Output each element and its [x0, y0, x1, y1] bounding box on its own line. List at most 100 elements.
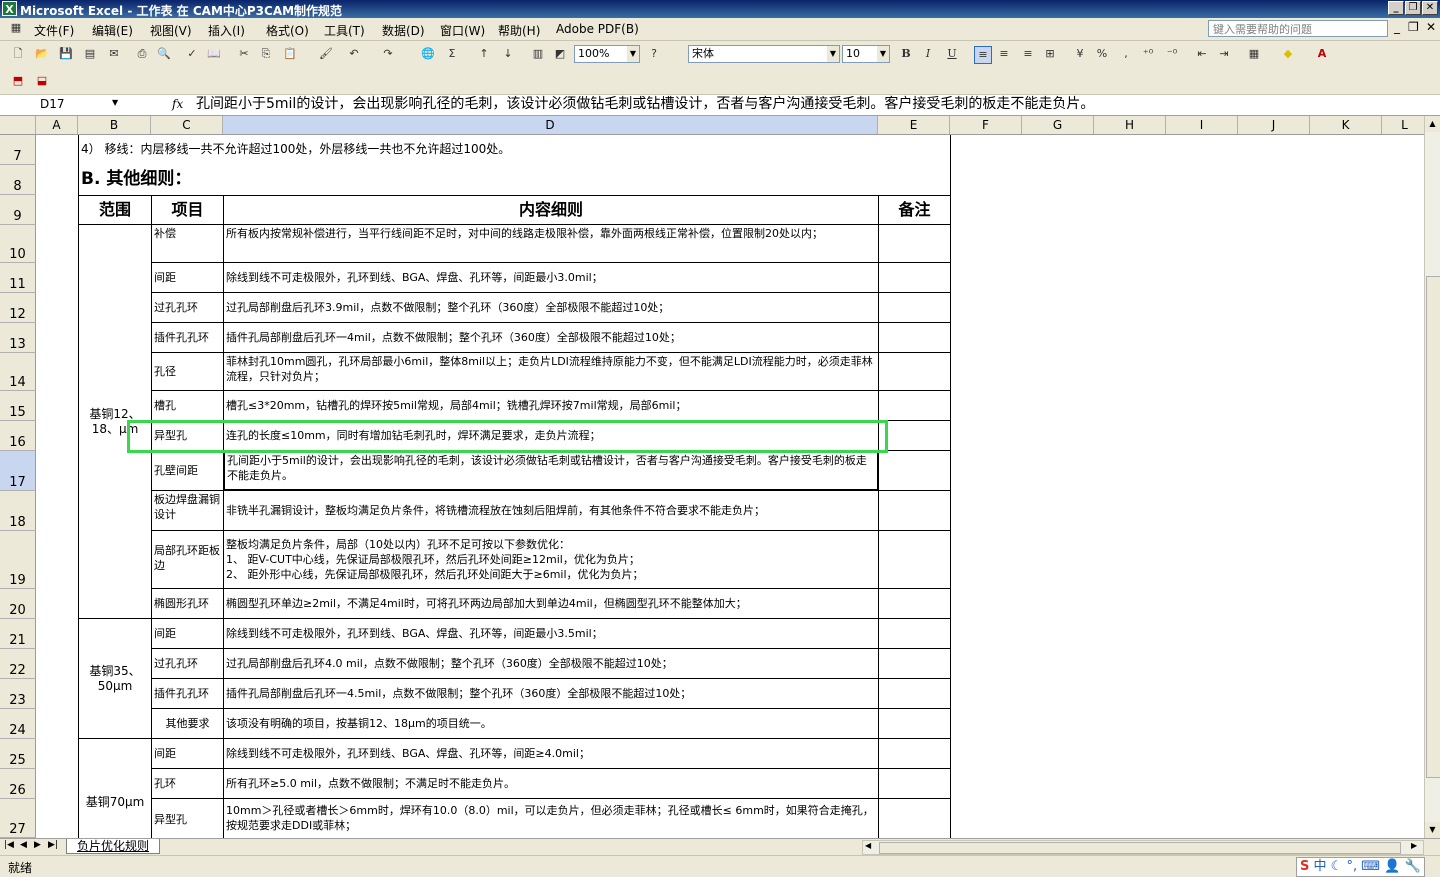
row-header[interactable]: 18 [0, 491, 36, 531]
content-cell[interactable]: 除线到线不可走极限外，孔环到线、BGA、焊盘、孔环等，间距最小3.5mil； [223, 618, 879, 649]
row-header[interactable]: 15 [0, 391, 36, 421]
remark-cell[interactable] [878, 352, 951, 391]
row7-cell[interactable]: 4） 移线：内层移线一共不允许超过100处，外层移线一共也不允许超过100处。 [78, 135, 951, 165]
item-cell[interactable]: 其他要求 [151, 708, 224, 739]
permission-icon[interactable]: ▤ [82, 46, 98, 62]
remark-cell[interactable] [878, 262, 951, 293]
header-item[interactable]: 项目 [151, 195, 224, 225]
selected-content-cell[interactable]: 孔间距小于5mil的设计，会出现影响孔径的毛刺，该设计必须做钻毛刺或钻槽设计，否… [223, 450, 879, 491]
menu-window[interactable]: 窗口(W) [440, 22, 485, 39]
minimize-button[interactable]: _ [1388, 1, 1404, 15]
ime-mode[interactable]: 中 [1314, 859, 1327, 874]
fill-color-icon[interactable]: ◆ [1280, 46, 1296, 62]
menu-insert[interactable]: 插入(I) [208, 22, 245, 39]
hyperlink-icon[interactable]: 🌐 [420, 46, 436, 62]
col-header-k[interactable]: K [1310, 116, 1382, 134]
redo-icon[interactable]: ↷ [380, 46, 396, 62]
section-title[interactable]: B. 其他细则： [78, 165, 951, 195]
help-search-input[interactable]: 键入需要帮助的问题 [1208, 20, 1388, 37]
menu-format[interactable]: 格式(O) [266, 22, 309, 39]
item-cell[interactable]: 过孔孔环 [151, 648, 224, 679]
spelling-icon[interactable]: ✓ [184, 46, 200, 62]
row-header[interactable]: 24 [0, 709, 36, 739]
content-cell[interactable]: 除线到线不可走极限外，孔环到线、BGA、焊盘、孔环等，间距≥4.0mil； [223, 738, 879, 769]
menu-adobe-pdf[interactable]: Adobe PDF(B) [556, 22, 639, 36]
col-header-e[interactable]: E [878, 116, 950, 134]
next-sheet-icon[interactable]: ▶ [34, 840, 41, 850]
row-header[interactable]: 27 [0, 799, 36, 838]
autosum-icon[interactable]: Σ [444, 46, 460, 62]
content-cell[interactable]: 所有板内按常规补偿进行，当平行线间距不足时，对中间的线路走极限补偿，靠外面两根线… [223, 224, 879, 263]
remark-cell[interactable] [878, 618, 951, 649]
align-left-icon[interactable]: ≡ [974, 46, 992, 64]
open-icon[interactable]: 📂 [34, 46, 50, 62]
remark-cell[interactable] [878, 798, 951, 838]
chart-wizard-icon[interactable]: ▥ [530, 46, 546, 62]
scroll-up-icon[interactable]: ▲ [1425, 116, 1440, 132]
moon-icon[interactable]: ☾ [1331, 859, 1343, 874]
borders-icon[interactable]: ▦ [1246, 46, 1262, 62]
sheet-tab[interactable]: 负片优化规则 [66, 839, 161, 854]
col-header-d[interactable]: D [223, 116, 878, 134]
fx-icon[interactable]: fx [172, 97, 183, 111]
undo-icon[interactable]: ↶ [346, 46, 362, 62]
punctuation-icon[interactable]: °, [1346, 859, 1357, 874]
row-header[interactable]: 19 [0, 531, 36, 589]
item-cell[interactable]: 插件孔孔环 [151, 678, 224, 709]
col-header-c[interactable]: C [151, 116, 223, 134]
menu-help[interactable]: 帮助(H) [498, 22, 540, 39]
remark-cell[interactable] [878, 530, 951, 589]
header-remark[interactable]: 备注 [878, 195, 951, 225]
content-cell[interactable]: 10mm＞孔径或者槽长＞6mm时，焊环有10.0（8.0）mil，可以走负片，但… [223, 798, 879, 838]
pdf-email-icon[interactable]: ⬓ [34, 73, 50, 89]
sort-descending-icon[interactable]: ↓ [500, 46, 516, 62]
row-header[interactable]: 25 [0, 739, 36, 769]
remark-cell[interactable] [878, 678, 951, 709]
print-icon[interactable]: ⎙ [134, 46, 150, 62]
content-cell[interactable]: 该项没有明确的项目，按基铜12、18μm的项目统一。 [223, 708, 879, 739]
item-cell[interactable]: 孔壁间距 [151, 450, 224, 491]
font-size-select[interactable]: 10 ▼ [842, 45, 890, 63]
align-center-icon[interactable]: ≡ [996, 46, 1012, 62]
item-cell[interactable]: 过孔孔环 [151, 292, 224, 323]
keyboard-icon[interactable]: ⌨ [1361, 859, 1380, 874]
last-sheet-icon[interactable]: ▶| [48, 840, 58, 850]
drawing-icon[interactable]: ◩ [552, 46, 568, 62]
increase-indent-icon[interactable]: ⇥ [1216, 46, 1232, 62]
italic-button[interactable]: I [920, 46, 936, 62]
horizontal-scrollbar[interactable]: ◀ ▶ [862, 840, 1424, 855]
wrench-icon[interactable]: 🔧 [1404, 859, 1420, 874]
remark-cell[interactable] [878, 390, 951, 421]
row-header[interactable]: 17 [0, 451, 36, 491]
bold-button[interactable]: B [898, 46, 914, 62]
document-icon[interactable]: ▦ [8, 20, 24, 36]
content-cell[interactable]: 插件孔局部削盘后孔环一4.5mil，点数不做限制；整个孔环（360度）全部极限不… [223, 678, 879, 709]
doc-restore-button[interactable]: ❐ [1408, 20, 1419, 34]
underline-button[interactable]: U [944, 46, 960, 62]
remark-cell[interactable] [878, 420, 951, 451]
col-header-b[interactable]: B [78, 116, 151, 134]
col-header-j[interactable]: J [1238, 116, 1310, 134]
sogou-icon[interactable]: S [1300, 859, 1309, 874]
doc-close-button[interactable]: ✕ [1426, 20, 1436, 34]
scope-cell-group3[interactable]: 基铜70μm [78, 738, 152, 838]
row-header[interactable]: 26 [0, 769, 36, 799]
user-icon[interactable]: 👤 [1384, 859, 1400, 874]
chevron-down-icon[interactable]: ▼ [877, 46, 889, 62]
header-content[interactable]: 内容细则 [223, 195, 879, 225]
item-cell[interactable]: 孔环 [151, 768, 224, 799]
row-header[interactable]: 14 [0, 353, 36, 391]
item-cell[interactable]: 板边焊盘漏铜设计 [151, 490, 224, 531]
item-cell[interactable]: 椭圆形孔环 [151, 588, 224, 619]
chevron-down-icon[interactable]: ▼ [827, 46, 839, 62]
content-cell[interactable]: 插件孔局部削盘后孔环一4mil，点数不做限制；整个孔环（360度）全部极限不能超… [223, 322, 879, 353]
col-header-g[interactable]: G [1022, 116, 1094, 134]
select-all-corner[interactable] [0, 116, 36, 134]
content-cell[interactable]: 除线到线不可走极限外，孔环到线、BGA、焊盘、孔环等，间距最小3.0mil； [223, 262, 879, 293]
remark-cell[interactable] [878, 648, 951, 679]
formula-input[interactable]: 孔间距小于5mil的设计，会出现影响孔径的毛刺，该设计必须做钻毛刺或钻槽设计，否… [196, 95, 1094, 114]
doc-minimize-button[interactable]: _ [1394, 20, 1400, 34]
content-cell[interactable]: 过孔局部削盘后孔环3.9mil，点数不做限制；整个孔环（360度）全部极限不能超… [223, 292, 879, 323]
align-right-icon[interactable]: ≡ [1020, 46, 1036, 62]
comma-button[interactable]: , [1118, 46, 1134, 62]
